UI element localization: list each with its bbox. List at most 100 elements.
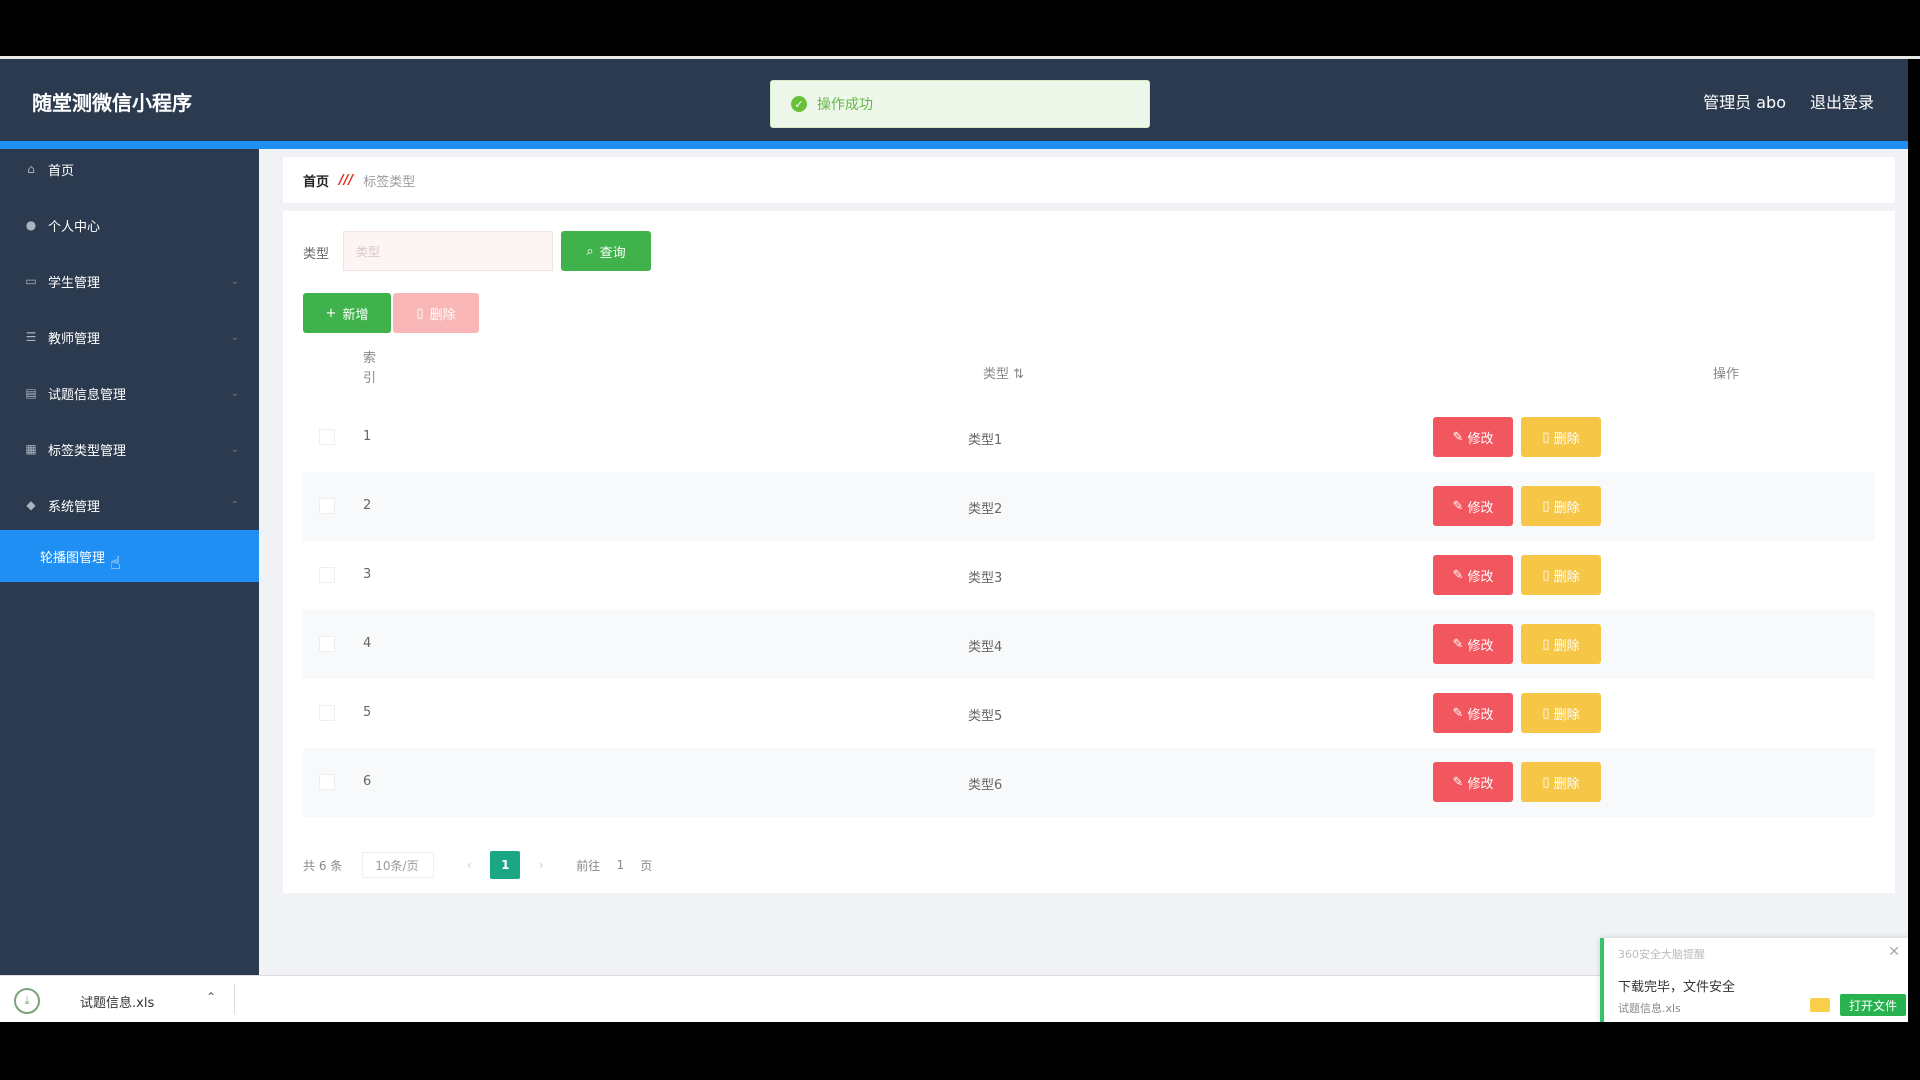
chevron-down-icon: ⌄ <box>230 331 239 343</box>
row-type: 类型3 <box>968 571 1003 586</box>
sidebar-item-students[interactable]: ▭ 学生管理 ⌄ <box>0 261 259 301</box>
main-content: 首页 /// 标签类型 类型 类型 ⌕ 查询 + 新增 ▯ 删除 索引 类型 ⇅… <box>259 149 1908 975</box>
edit-icon: ✎ <box>1452 636 1464 652</box>
sidebar-item-teachers[interactable]: ☰ 教师管理 ⌄ <box>0 317 259 357</box>
edit-icon: ✎ <box>1452 774 1464 790</box>
delete-label: 删除 <box>1553 776 1580 792</box>
row-type: 类型4 <box>968 640 1003 655</box>
trash-icon: ▯ <box>1542 498 1550 514</box>
add-button[interactable]: + 新增 <box>303 293 391 333</box>
trash-icon: ▯ <box>1542 705 1550 721</box>
row-type: 类型1 <box>968 433 1003 448</box>
edit-button[interactable]: ✎ 修改 <box>1433 762 1513 802</box>
table-row: 4 类型4 ✎ 修改 ▯ 删除 <box>303 610 1875 679</box>
delete-label: 删除 <box>1553 707 1580 723</box>
sidebar-item-questions[interactable]: ▤ 试题信息管理 ⌄ <box>0 373 259 413</box>
row-checkbox[interactable] <box>319 429 335 445</box>
sidebar-item-home[interactable]: ⌂ 首页 <box>0 149 259 189</box>
delete-label: 删除 <box>1553 638 1580 654</box>
logout-link[interactable]: 退出登录 <box>1810 89 1874 113</box>
batch-delete-button[interactable]: ▯ 删除 <box>393 293 479 333</box>
success-toast: ✓ 操作成功 <box>770 80 1150 128</box>
home-icon: ⌂ <box>27 162 35 176</box>
breadcrumb-home[interactable]: 首页 <box>303 171 329 190</box>
chevron-down-icon: ⌄ <box>230 387 239 399</box>
sidebar-item-label: 系统管理 <box>48 499 101 515</box>
bottom-black-band <box>0 1022 1920 1080</box>
delete-label: 删除 <box>1553 500 1580 516</box>
sort-icon[interactable]: ⇅ <box>1013 367 1024 382</box>
content-panel: 类型 类型 ⌕ 查询 + 新增 ▯ 删除 索引 类型 ⇅ 操作 1 类型1 ✎ … <box>283 211 1895 893</box>
trash-icon: ▯ <box>1542 774 1550 790</box>
edit-button[interactable]: ✎ 修改 <box>1433 624 1513 664</box>
user-icon: ● <box>25 218 37 232</box>
pagination-total: 共 6 条 <box>303 858 343 873</box>
row-checkbox[interactable] <box>319 567 335 583</box>
row-index: 5 <box>363 705 372 720</box>
sidebar-item-label: 个人中心 <box>48 219 101 235</box>
list-icon: ☰ <box>25 330 37 344</box>
close-icon[interactable]: ✕ <box>1888 944 1900 960</box>
sidebar-item-system[interactable]: ◆ 系统管理 ⌃ <box>0 485 259 525</box>
delete-button[interactable]: ▯ 删除 <box>1521 417 1601 457</box>
download-filename[interactable]: 试题信息.xls <box>80 992 154 1011</box>
row-type: 类型6 <box>968 778 1003 793</box>
plus-icon: + <box>325 305 337 321</box>
row-checkbox[interactable] <box>319 774 335 790</box>
query-button[interactable]: ⌕ 查询 <box>561 231 651 271</box>
prev-page-icon[interactable]: ‹ <box>454 858 484 872</box>
chevron-up-icon[interactable]: ⌃ <box>206 990 216 1004</box>
edit-button[interactable]: ✎ 修改 <box>1433 693 1513 733</box>
delete-button[interactable]: ▯ 删除 <box>1521 486 1601 526</box>
delete-label: 删除 <box>1553 569 1580 585</box>
header-type-label: 类型 <box>983 367 1010 382</box>
trash-icon: ▯ <box>1542 429 1550 445</box>
sidebar-item-label: 教师管理 <box>48 331 101 347</box>
goto-page-input[interactable]: 1 <box>600 858 640 872</box>
screen: 随堂测微信小程序 管理员 abo 退出登录 ✓ 操作成功 ⌂ 首页 ● 个人中心… <box>0 0 1920 1080</box>
edit-icon: ✎ <box>1452 705 1464 721</box>
row-index: 2 <box>363 498 372 513</box>
page-size-select[interactable]: 10条/页 <box>362 852 435 878</box>
delete-button[interactable]: ▯ 删除 <box>1521 693 1601 733</box>
open-file-button[interactable]: 打开文件 <box>1840 994 1906 1016</box>
row-checkbox[interactable] <box>319 705 335 721</box>
popup-title: 360安全大脑提醒 <box>1618 948 1705 961</box>
sidebar-item-profile[interactable]: ● 个人中心 <box>0 205 259 245</box>
edit-button[interactable]: ✎ 修改 <box>1433 486 1513 526</box>
header-type[interactable]: 类型 ⇅ <box>983 363 1024 382</box>
pagination: 共 6 条 10条/页 ‹ 1 › 前往 1 页 <box>303 851 652 879</box>
edit-label: 修改 <box>1467 431 1494 447</box>
table-row: 5 类型5 ✎ 修改 ▯ 删除 <box>303 679 1875 748</box>
table-row: 1 类型1 ✎ 修改 ▯ 删除 <box>303 403 1875 472</box>
sidebar-item-label: 标签类型管理 <box>48 443 127 459</box>
folder-icon[interactable] <box>1810 998 1830 1012</box>
sidebar-item-label: 学生管理 <box>48 275 101 291</box>
page-number-current[interactable]: 1 <box>490 851 521 879</box>
next-page-icon[interactable]: › <box>526 858 556 872</box>
edit-button[interactable]: ✎ 修改 <box>1433 555 1513 595</box>
edit-icon: ✎ <box>1452 567 1464 583</box>
file-download-icon: ⤓ <box>14 988 40 1014</box>
goto-label: 前往 <box>576 858 601 873</box>
row-checkbox[interactable] <box>319 636 335 652</box>
delete-button[interactable]: ▯ 删除 <box>1521 762 1601 802</box>
row-type: 类型5 <box>968 709 1003 724</box>
trash-icon: ▯ <box>1542 636 1550 652</box>
delete-label: 删除 <box>1553 431 1580 447</box>
sidebar-item-label: 试题信息管理 <box>48 387 127 403</box>
delete-button[interactable]: ▯ 删除 <box>1521 555 1601 595</box>
header-index: 索引 <box>363 351 377 386</box>
edit-button[interactable]: ✎ 修改 <box>1433 417 1513 457</box>
table-row: 2 类型2 ✎ 修改 ▯ 删除 <box>303 472 1875 541</box>
grid-icon: ▦ <box>25 442 37 456</box>
query-label: 查询 <box>599 245 626 261</box>
system-icon: ◆ <box>26 498 36 512</box>
sidebar-item-tag-types[interactable]: ▦ 标签类型管理 ⌄ <box>0 429 259 469</box>
delete-button[interactable]: ▯ 删除 <box>1521 624 1601 664</box>
type-search-input[interactable]: 类型 <box>343 231 553 271</box>
header-user-area: 管理员 abo 退出登录 <box>1703 89 1874 113</box>
hand-cursor-icon: ☝ <box>110 553 121 574</box>
sidebar-subitem-carousel[interactable]: 轮播图管理 <box>0 530 259 582</box>
row-checkbox[interactable] <box>319 498 335 514</box>
